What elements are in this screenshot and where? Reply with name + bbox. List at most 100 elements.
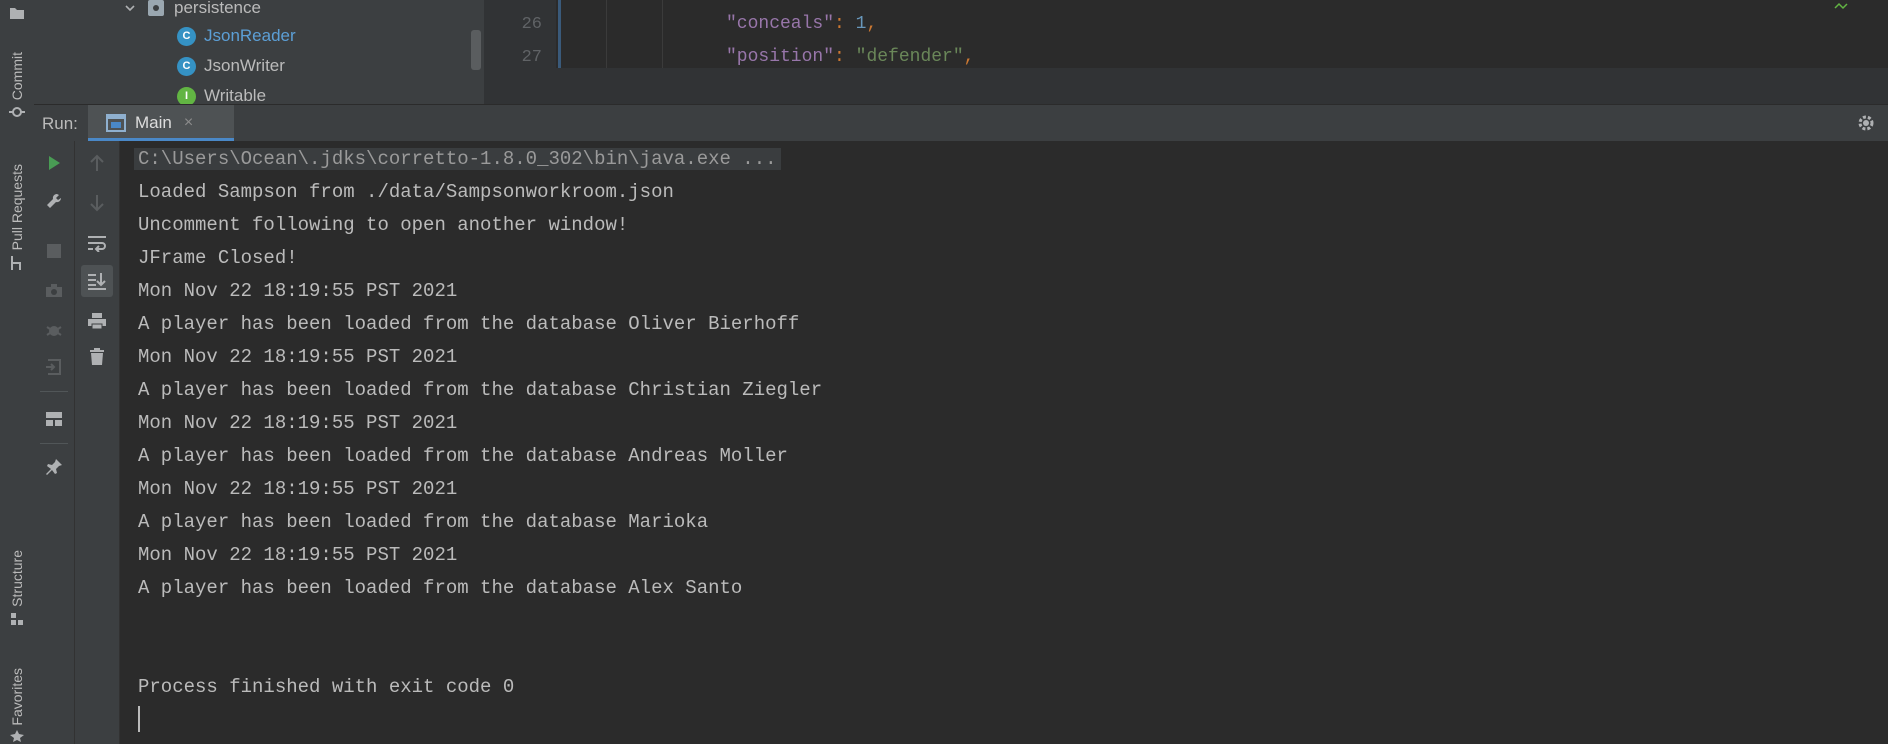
soft-wrap-icon (88, 236, 106, 252)
previous-occurrence-button[interactable] (81, 147, 113, 179)
favorites-tab[interactable]: Favorites (0, 664, 34, 742)
code-line: "position": "defender", (726, 47, 974, 67)
rerun-button[interactable] (38, 147, 70, 179)
folder-icon (10, 8, 24, 19)
code-editor[interactable]: 26 27 "conceals": 1, "position": "defend… (484, 0, 1888, 104)
run-tab-label: Main (135, 113, 172, 132)
structure-icon (11, 612, 23, 625)
print-button[interactable] (81, 305, 113, 337)
json-colon: : (834, 14, 856, 34)
print-icon (88, 313, 106, 330)
run-icon (49, 156, 60, 170)
debug-icon (46, 326, 62, 336)
gear-icon[interactable] (1856, 113, 1876, 133)
run-tool-window-header: Run: Main × (34, 104, 1888, 142)
change-marker (558, 0, 561, 68)
tree-item-writable[interactable]: I Writable (177, 86, 266, 104)
console-line: A player has been loaded from the databa… (138, 445, 788, 467)
pin-tab-button[interactable] (38, 451, 70, 483)
dump-threads-button[interactable] (38, 275, 70, 307)
json-key: "conceals" (726, 14, 835, 34)
code-line: "conceals": 1, (726, 14, 877, 34)
pull-requests-tab-label: Pull Requests (9, 164, 25, 251)
tree-item-label: persistence (174, 0, 261, 17)
tree-item-jsonreader[interactable]: C JsonReader (177, 26, 296, 46)
console-line: A player has been loaded from the databa… (138, 313, 800, 335)
run-label: Run: (42, 114, 78, 133)
edit-configuration-button[interactable] (38, 185, 70, 217)
json-value: "defender" (855, 47, 964, 67)
console-line: A player has been loaded from the databa… (138, 577, 743, 599)
json-colon: : (834, 47, 856, 67)
line-number: 27 (521, 48, 542, 67)
top-area: persistence C JsonReader C JsonWriter I … (34, 0, 1888, 104)
favorites-icon (10, 729, 24, 742)
close-icon[interactable]: × (184, 114, 193, 132)
console-exit-message: Process finished with exit code 0 (138, 676, 515, 698)
exit-icon (46, 359, 61, 375)
console-line: Uncomment following to open another wind… (138, 214, 629, 236)
pull-requests-tab[interactable]: Pull Requests (0, 160, 34, 272)
class-icon: C (177, 26, 196, 46)
console-command-line[interactable]: C:\Users\Ocean\.jdks\corretto-1.8.0_302\… (134, 148, 781, 170)
package-icon (148, 0, 164, 16)
indent-guide (606, 0, 607, 68)
run-toolbar-secondary (75, 141, 120, 744)
tree-item-persistence[interactable]: persistence (124, 0, 261, 18)
console-line: Loaded Sampson from ./data/Sampsonworkro… (138, 181, 674, 203)
json-key: "position" (726, 47, 835, 67)
arrow-down-icon (90, 195, 104, 212)
scroll-to-end-icon (88, 273, 106, 290)
application-icon (106, 114, 126, 132)
next-occurrence-button[interactable] (81, 187, 113, 219)
pin-icon (46, 459, 62, 475)
console-line: A player has been loaded from the databa… (138, 511, 709, 533)
tree-item-jsonwriter[interactable]: C JsonWriter (177, 56, 285, 76)
tree-scrollbar[interactable] (471, 30, 481, 70)
tree-item-label: Writable (204, 86, 267, 104)
debug-button[interactable] (38, 315, 70, 347)
console-line: JFrame Closed! (138, 247, 298, 269)
run-tab-main[interactable]: Main × (88, 105, 234, 141)
indent-guide (662, 0, 663, 68)
commit-icon (9, 107, 25, 118)
chevron-down-icon (125, 5, 135, 12)
camera-icon (46, 284, 62, 297)
pull-requests-icon (11, 256, 21, 271)
restore-layout-button[interactable] (38, 403, 70, 435)
left-tool-strip: Commit Pull Requests Structure Favorites (0, 0, 35, 744)
tree-item-label: JsonReader (204, 26, 296, 45)
text-caret (138, 706, 140, 732)
console-line: Mon Nov 22 18:19:55 PST 2021 (138, 346, 458, 368)
project-tab[interactable] (0, 2, 34, 20)
trash-icon (90, 348, 104, 365)
inspection-icon (1834, 2, 1848, 10)
scroll-to-end-button[interactable] (81, 265, 113, 297)
project-tree: persistence C JsonReader C JsonWriter I … (34, 0, 484, 104)
exit-button[interactable] (38, 351, 70, 383)
arrow-up-icon (90, 154, 104, 171)
toolbar-separator (40, 443, 68, 444)
run-toolbar-primary (34, 141, 75, 744)
console-output[interactable]: C:\Users\Ocean\.jdks\corretto-1.8.0_302\… (120, 141, 1888, 744)
class-icon: C (177, 56, 196, 76)
editor-gutter: 26 27 (484, 0, 556, 68)
console-line: Mon Nov 22 18:19:55 PST 2021 (138, 478, 458, 500)
commit-tab[interactable]: Commit (0, 48, 34, 120)
console-line: Mon Nov 22 18:19:55 PST 2021 (138, 412, 458, 434)
json-comma: , (866, 14, 878, 34)
structure-tab-label: Structure (9, 550, 25, 607)
json-value: 1 (855, 14, 867, 34)
clear-all-button[interactable] (81, 341, 113, 373)
console-line: Mon Nov 22 18:19:55 PST 2021 (138, 544, 458, 566)
json-comma: , (963, 47, 975, 67)
editor-bottom-strip (484, 68, 1888, 104)
commit-tab-label: Commit (9, 52, 25, 101)
toolbar-separator (40, 391, 68, 392)
structure-tab[interactable]: Structure (0, 546, 34, 627)
stop-button[interactable] (38, 235, 70, 267)
line-number: 26 (521, 15, 542, 34)
soft-wrap-button[interactable] (81, 227, 113, 259)
console-line: A player has been loaded from the databa… (138, 379, 823, 401)
console-line: Mon Nov 22 18:19:55 PST 2021 (138, 280, 458, 302)
